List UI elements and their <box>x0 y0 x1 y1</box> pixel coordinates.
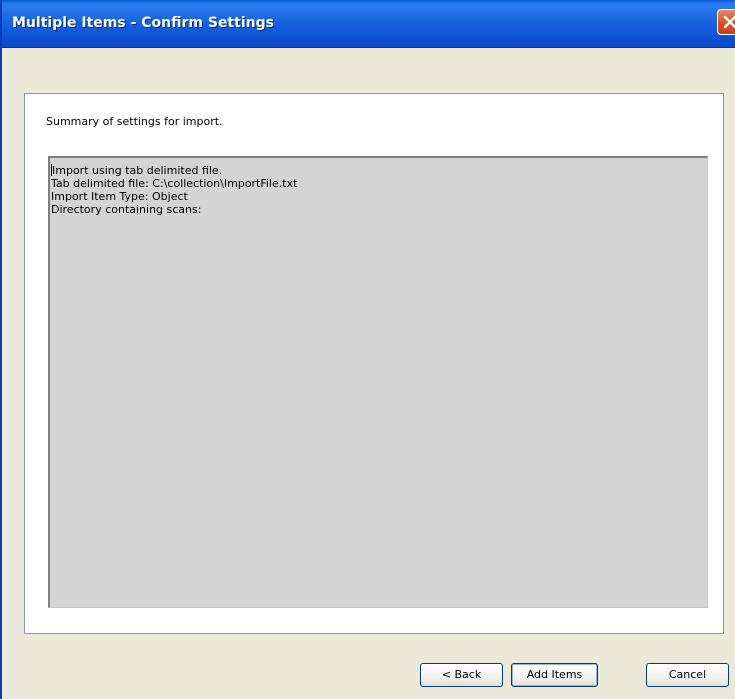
summary-label: Summary of settings for import. <box>46 115 223 128</box>
add-items-button[interactable]: Add Items <box>511 663 598 687</box>
dialog-window: Multiple Items - Confirm Settings Summar… <box>0 0 735 699</box>
summary-line-4: Directory containing scans: <box>51 203 202 216</box>
settings-panel: Summary of settings for import. Import u… <box>24 93 724 634</box>
cancel-button[interactable]: Cancel <box>646 663 729 687</box>
summary-line-2: Tab delimited file: C:\collection\Import… <box>51 177 298 190</box>
summary-line-1: Import using tab delimited file. <box>51 164 223 177</box>
title-bar[interactable]: Multiple Items - Confirm Settings <box>2 0 735 48</box>
window-title: Multiple Items - Confirm Settings <box>12 15 274 31</box>
close-button[interactable] <box>717 9 735 35</box>
back-button[interactable]: < Back <box>420 663 503 687</box>
summary-line-3: Import Item Type: Object <box>51 190 188 203</box>
summary-text-area[interactable]: Import using tab delimited file. Tab del… <box>48 156 708 608</box>
